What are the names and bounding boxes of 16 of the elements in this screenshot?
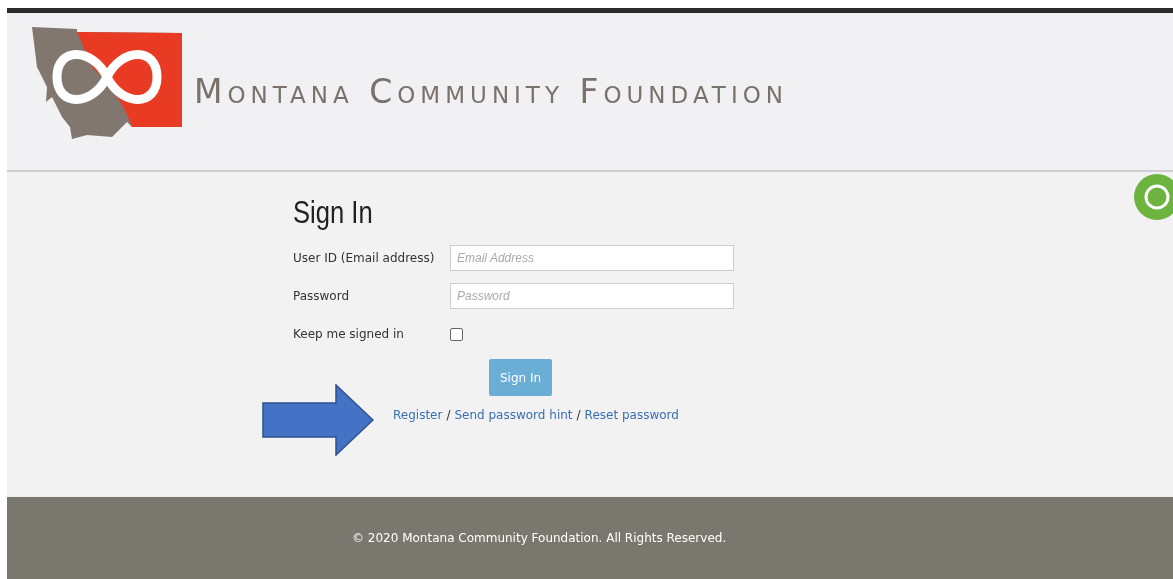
separator: / [446,408,451,422]
link[interactable]: Register [393,408,443,422]
organization-name: Montana Community Foundation [194,72,788,111]
field-label: Password [292,289,351,303]
input-field[interactable]: Password [450,283,734,309]
copyright-text: © 2020 Montana Community Foundation. All Rights Reserved. [352,531,727,545]
separator: / [576,408,581,422]
field-label: User ID (Email address) [292,251,436,265]
checkbox[interactable] [450,327,463,341]
checkbox-label: Keep me signed in [292,327,405,341]
input-field[interactable]: Email Address [450,245,734,271]
sign-in-button[interactable]: Sign In [489,359,553,396]
link[interactable]: Reset password [584,408,679,422]
arrow-icon [262,384,374,456]
link[interactable]: Send password hint [454,408,573,422]
sign-in-heading: Sign In [293,194,374,231]
